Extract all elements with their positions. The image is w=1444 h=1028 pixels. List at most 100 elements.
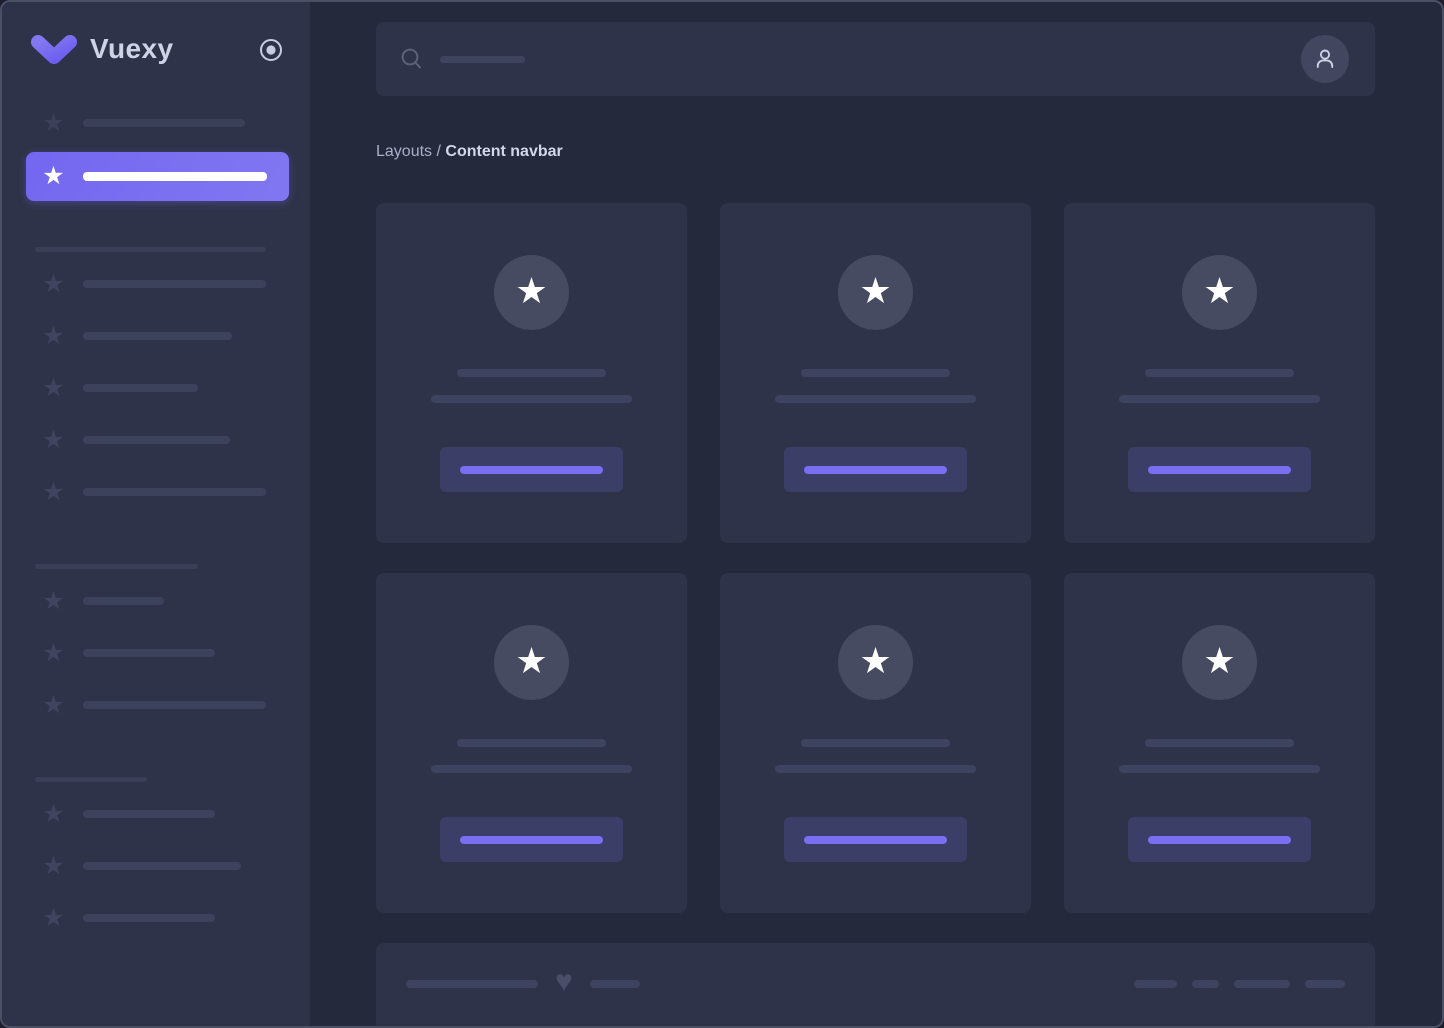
card-text-placeholder xyxy=(457,369,606,377)
sidebar-item-placeholder xyxy=(83,384,198,392)
content-card: ★ xyxy=(376,203,687,543)
card-text-placeholder xyxy=(1119,395,1320,403)
star-icon: ★ xyxy=(40,111,67,136)
star-icon: ★ xyxy=(40,854,67,879)
sidebar-item[interactable]: ★ xyxy=(2,362,310,414)
button-label-placeholder xyxy=(1148,836,1291,844)
card-action-button[interactable] xyxy=(1128,817,1311,862)
card-action-button[interactable] xyxy=(440,447,623,492)
sidebar-item[interactable]: ★ xyxy=(2,840,310,892)
star-icon: ★ xyxy=(40,589,67,614)
star-icon: ★ xyxy=(40,641,67,666)
star-icon: ★ xyxy=(40,428,67,453)
star-icon: ★ xyxy=(859,273,891,309)
card-grid: ★ ★ ★ ★ xyxy=(376,203,1375,913)
sidebar-section: ★ ★ ★ xyxy=(2,564,310,731)
sidebar-item[interactable]: ★ xyxy=(2,575,310,627)
button-label-placeholder xyxy=(460,836,603,844)
star-icon: ★ xyxy=(1203,643,1235,679)
breadcrumb-current: Content navbar xyxy=(445,143,562,160)
sidebar-item-placeholder xyxy=(83,597,164,605)
button-label-placeholder xyxy=(804,836,947,844)
footer-placeholder xyxy=(590,980,640,988)
app-window: Vuexy ★ ★ ★ ★ ★ ★ xyxy=(0,0,1444,1028)
card-text-placeholder xyxy=(431,395,632,403)
star-icon: ★ xyxy=(859,643,891,679)
sidebar: Vuexy ★ ★ ★ ★ ★ ★ xyxy=(2,2,310,1026)
user-icon xyxy=(1313,47,1337,71)
card-action-button[interactable] xyxy=(784,447,967,492)
card-text-placeholder xyxy=(1119,765,1320,773)
sidebar-item-placeholder xyxy=(83,862,241,870)
footer-placeholder xyxy=(406,980,538,988)
breadcrumb-separator: / xyxy=(432,143,445,160)
star-icon: ★ xyxy=(1203,273,1235,309)
card-text-placeholder xyxy=(775,765,976,773)
breadcrumb-parent[interactable]: Layouts xyxy=(376,143,432,160)
footer-link-placeholder xyxy=(1305,980,1345,988)
search-placeholder xyxy=(440,56,525,63)
card-text-placeholder xyxy=(801,739,950,747)
card-avatar-circle: ★ xyxy=(838,625,913,700)
menu-pin-radio-icon[interactable] xyxy=(258,37,284,63)
card-avatar-circle: ★ xyxy=(494,255,569,330)
sidebar-item[interactable]: ★ xyxy=(2,627,310,679)
button-label-placeholder xyxy=(804,466,947,474)
button-label-placeholder xyxy=(1148,466,1291,474)
sidebar-item-placeholder xyxy=(83,914,215,922)
footer-row: ♥ xyxy=(376,943,1375,1025)
main-content: Layouts / Content navbar ★ ★ ★ xyxy=(310,2,1442,1026)
sidebar-section: ★ ★ ★ xyxy=(2,777,310,944)
star-icon: ★ xyxy=(40,376,67,401)
card-text-placeholder xyxy=(1145,369,1294,377)
sidebar-item[interactable]: ★ xyxy=(2,258,310,310)
sidebar-item[interactable]: ★ xyxy=(2,310,310,362)
sidebar-item[interactable]: ★ xyxy=(2,679,310,731)
card-text-placeholder xyxy=(457,739,606,747)
sidebar-item[interactable]: ★ xyxy=(2,466,310,518)
sidebar-item-placeholder xyxy=(83,488,266,496)
star-icon: ★ xyxy=(40,802,67,827)
search-input[interactable] xyxy=(399,47,1301,71)
star-icon: ★ xyxy=(40,164,67,189)
card-text-placeholder xyxy=(1145,739,1294,747)
sidebar-item-placeholder xyxy=(83,332,232,340)
star-icon: ★ xyxy=(40,693,67,718)
star-icon: ★ xyxy=(515,643,547,679)
sidebar-item-placeholder xyxy=(83,701,266,709)
star-icon: ★ xyxy=(40,324,67,349)
card-text-placeholder xyxy=(775,395,976,403)
sidebar-section-heading xyxy=(35,777,147,782)
sidebar-section-heading xyxy=(35,247,266,252)
card-avatar-circle: ★ xyxy=(1182,625,1257,700)
sidebar-header: Vuexy xyxy=(2,2,310,97)
content-card: ★ xyxy=(1064,573,1375,913)
card-action-button[interactable] xyxy=(784,817,967,862)
sidebar-section: ★ ★ ★ ★ ★ xyxy=(2,247,310,518)
vuexy-logo-icon xyxy=(31,34,77,66)
sidebar-item[interactable]: ★ xyxy=(2,414,310,466)
footer-link-placeholder xyxy=(1234,980,1290,988)
card-text-placeholder xyxy=(431,765,632,773)
footer-links xyxy=(1134,980,1345,988)
breadcrumb: Layouts / Content navbar xyxy=(376,143,1375,161)
sidebar-item-placeholder xyxy=(83,436,230,444)
footer-link-placeholder xyxy=(1134,980,1177,988)
sidebar-item-active[interactable]: ★ xyxy=(26,152,289,201)
card-avatar-circle: ★ xyxy=(494,625,569,700)
sidebar-item-placeholder xyxy=(83,810,215,818)
user-avatar[interactable] xyxy=(1301,35,1349,83)
brand-title: Vuexy xyxy=(90,33,173,65)
sidebar-item-placeholder xyxy=(83,649,215,657)
card-avatar-circle: ★ xyxy=(838,255,913,330)
content-card: ★ xyxy=(720,573,1031,913)
card-action-button[interactable] xyxy=(440,817,623,862)
sidebar-item[interactable]: ★ xyxy=(2,97,310,149)
button-label-placeholder xyxy=(460,466,603,474)
footer-link-placeholder xyxy=(1192,980,1219,988)
sidebar-item[interactable]: ★ xyxy=(2,788,310,840)
card-action-button[interactable] xyxy=(1128,447,1311,492)
card-text-placeholder xyxy=(801,369,950,377)
sidebar-item[interactable]: ★ xyxy=(2,892,310,944)
footer-card: ♥ xyxy=(376,943,1375,1028)
